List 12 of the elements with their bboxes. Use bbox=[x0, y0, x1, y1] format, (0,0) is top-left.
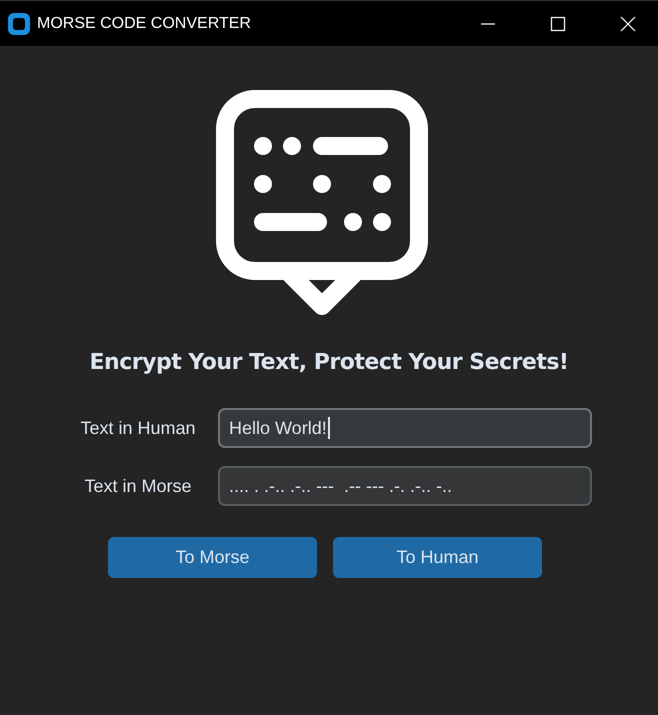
close-icon[interactable] bbox=[620, 16, 636, 32]
maximize-icon[interactable] bbox=[550, 16, 566, 32]
field-label: Text in Morse bbox=[84, 476, 192, 496]
input-field[interactable]: Hello World! bbox=[218, 408, 592, 448]
input-field[interactable]: .... . .-.. .-.. --- .-- --- .-. .-.. -.. bbox=[218, 466, 592, 506]
convert-button[interactable]: To Human bbox=[333, 537, 542, 578]
morse-chat-bubble-icon bbox=[216, 90, 428, 316]
app-icon bbox=[7, 12, 31, 36]
convert-button[interactable]: To Morse bbox=[108, 537, 317, 578]
field-label: Text in Human bbox=[80, 418, 196, 438]
window-title: MORSE CODE CONVERTER bbox=[37, 14, 251, 32]
heading: Encrypt Your Text, Protect Your Secrets! bbox=[90, 350, 568, 375]
